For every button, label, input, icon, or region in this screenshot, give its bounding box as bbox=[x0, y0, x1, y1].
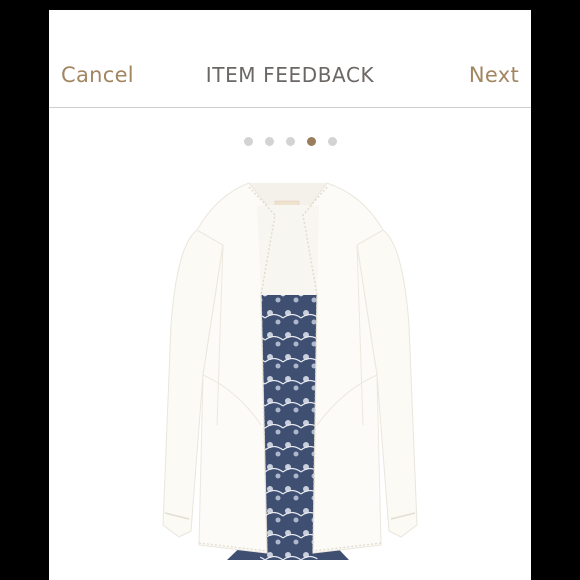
pager-dot[interactable] bbox=[243, 137, 253, 146]
pager-dot-active[interactable] bbox=[306, 137, 316, 146]
page-title: ITEM FEEDBACK bbox=[205, 63, 375, 87]
next-button[interactable]: Next bbox=[469, 62, 519, 88]
item-feedback-screen: Cancel ITEM FEEDBACK Next bbox=[49, 10, 531, 580]
pager-dot[interactable] bbox=[264, 137, 274, 146]
pager-dot[interactable] bbox=[327, 137, 337, 146]
pager-dot[interactable] bbox=[285, 137, 295, 146]
product-image bbox=[157, 175, 423, 569]
image-pager[interactable] bbox=[49, 137, 531, 146]
cardigan-illustration bbox=[162, 182, 418, 560]
navigation-bar: Cancel ITEM FEEDBACK Next bbox=[49, 10, 531, 108]
